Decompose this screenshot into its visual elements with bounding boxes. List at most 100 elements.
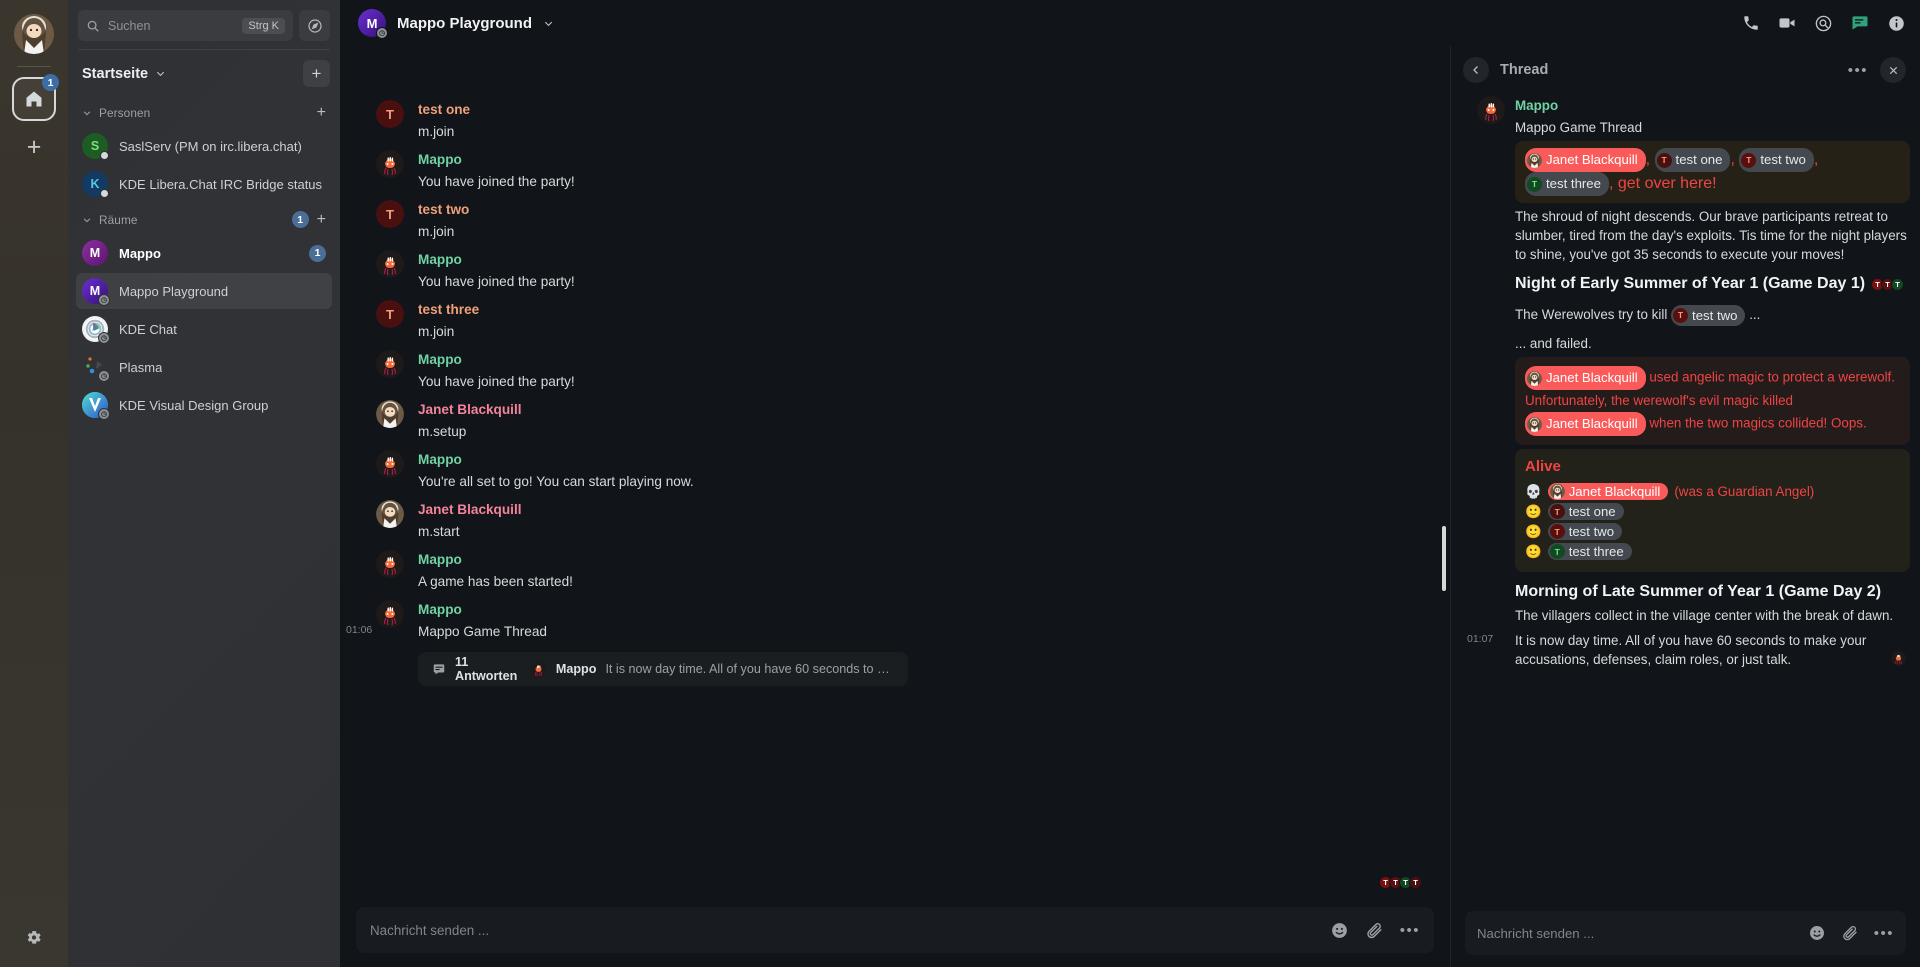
message-row[interactable]: T test three m.join [340, 296, 1426, 346]
page-title: Mappo Playground [397, 14, 532, 32]
mention-pill-test-one[interactable]: T test one [1654, 148, 1731, 172]
read-receipts[interactable]: T T T T [1379, 876, 1422, 889]
sidebar-item-mappo-playground[interactable]: M ◷ Mappo Playground [76, 273, 332, 309]
sidebar-item-plasma[interactable]: ◷ Plasma [76, 349, 332, 385]
message-timeline[interactable]: T test one m.join Mappo You have joined … [340, 46, 1450, 897]
unread-badge: 1 [309, 244, 326, 262]
more-icon[interactable]: ••• [1848, 63, 1868, 78]
mention-pill-test-two[interactable]: T test two [1671, 305, 1746, 326]
room-header-title-group[interactable]: M ◷ Mappo Playground [358, 9, 554, 39]
rail-home-button[interactable]: 1 [12, 74, 59, 121]
threads-icon[interactable] [1850, 13, 1870, 33]
avatar [1527, 152, 1542, 168]
message-text: m.start [418, 524, 460, 539]
mention-pill-test-two[interactable]: T test two [1739, 148, 1814, 172]
mention-pill-test-three[interactable]: T test three [1547, 543, 1632, 560]
attachment-icon[interactable] [1365, 921, 1384, 940]
alive-row: 🙂 T test two [1525, 523, 1900, 540]
message-sender[interactable]: Mappo [418, 250, 1426, 270]
read-receipts[interactable]: T T T [1871, 278, 1904, 291]
mention-pill-janet[interactable]: Janet Blackquill [1525, 412, 1646, 436]
message-sender[interactable]: test three [418, 300, 1426, 320]
explore-rooms-button[interactable] [299, 10, 330, 41]
message-row[interactable]: T test two m.join [340, 196, 1426, 246]
message-row[interactable]: T test one m.join [340, 96, 1426, 146]
message-sender[interactable]: test two [418, 200, 1426, 220]
phone-icon[interactable] [1742, 14, 1760, 32]
sidebar-item-kde-vdg[interactable]: ◷ KDE Visual Design Group [76, 387, 332, 423]
message-row[interactable]: Mappo You're all set to go! You can star… [340, 446, 1426, 496]
attachment-icon[interactable] [1841, 924, 1859, 942]
message-sender[interactable]: Janet Blackquill [418, 400, 1426, 420]
mention-pill-test-two[interactable]: T test two [1547, 523, 1623, 540]
sidebar-item-kde-chat[interactable]: ◷ KDE Chat [76, 311, 332, 347]
smiley-icon: 🙂 [1525, 523, 1542, 539]
thread-close-button[interactable] [1880, 57, 1906, 83]
thread-root-sender[interactable]: Mappo [1515, 96, 1910, 116]
mention-pill-test-three[interactable]: T test three [1525, 172, 1609, 196]
thread-root-message[interactable]: Mappo Mappo Game Thread Janet Blackquill… [1463, 94, 1910, 673]
section-rooms-label: Räume [99, 212, 138, 227]
message-sender[interactable]: Mappo [418, 150, 1426, 170]
more-icon[interactable]: ••• [1400, 923, 1420, 938]
thread-summary-button[interactable]: 11 Antworten Mappo It is now day time. A… [418, 652, 908, 686]
timeline-scrollbar[interactable] [1442, 46, 1446, 897]
mention-pill-test-one[interactable]: T test one [1547, 503, 1624, 520]
chevron-down-icon[interactable] [543, 18, 554, 29]
message-sender[interactable]: test one [418, 100, 1426, 120]
message-sender[interactable]: Mappo [418, 550, 1426, 570]
settings-button[interactable] [26, 929, 43, 951]
message-body: Mappo You have joined the party! [418, 250, 1426, 292]
emoji-icon[interactable] [1330, 921, 1349, 940]
emoji-icon[interactable] [1808, 924, 1826, 942]
sidebar-item-mappo[interactable]: M Mappo 1 [76, 235, 332, 271]
mention-label: Janet Blackquill [1568, 484, 1661, 499]
message-row[interactable]: Janet Blackquill m.start [340, 496, 1426, 546]
message-composer[interactable]: Nachricht senden ... ••• [356, 907, 1434, 953]
section-rooms-actions: 1 + [291, 211, 326, 228]
thread-back-button[interactable] [1463, 57, 1489, 83]
add-room-button[interactable]: + [303, 60, 330, 87]
thread-messages[interactable]: Mappo Mappo Game Thread Janet Blackquill… [1451, 94, 1920, 903]
list-item[interactable]: K KDE Libera.Chat IRC Bridge status [76, 166, 332, 202]
avatar: ◷ [82, 316, 110, 344]
avatar [1527, 416, 1542, 432]
avatar: T [1549, 544, 1565, 559]
info-icon[interactable] [1887, 14, 1906, 33]
message-sender[interactable]: Janet Blackquill [418, 500, 1426, 520]
sidebar-item-label: KDE Chat [119, 321, 177, 337]
message-row[interactable]: Mappo You have joined the party! [340, 346, 1426, 396]
message-sender[interactable]: Mappo [418, 350, 1426, 370]
avatar-initial: T [1554, 526, 1560, 537]
message-row-thread-root[interactable]: 01:06 Mappo Mappo Game Thread 11 Antwort… [340, 596, 1426, 694]
space-selector[interactable]: Startseite + [68, 50, 340, 97]
message-row[interactable]: Mappo A game has been started! [340, 546, 1426, 596]
message-row[interactable]: Mappo You have joined the party! [340, 246, 1426, 296]
thread-composer-area: Nachricht senden ... ••• [1451, 903, 1920, 967]
mention-pill-janet[interactable]: Janet Blackquill [1525, 366, 1646, 390]
section-rooms[interactable]: Räume 1 + [68, 203, 340, 234]
user-avatar[interactable] [14, 14, 54, 54]
mention-pill-janet[interactable]: Janet Blackquill [1525, 148, 1646, 172]
message-row[interactable]: Mappo You have joined the party! [340, 146, 1426, 196]
section-people[interactable]: Personen + [68, 97, 340, 127]
thread-panel-actions: ••• [1848, 57, 1906, 83]
presence-dot [100, 189, 109, 198]
video-camera-icon[interactable] [1777, 13, 1797, 33]
message-sender[interactable]: Mappo [418, 600, 1426, 620]
add-person-button[interactable]: + [317, 105, 326, 121]
message-row[interactable]: Janet Blackquill m.setup [340, 396, 1426, 446]
message-text: You have joined the party! [418, 174, 575, 189]
more-icon[interactable]: ••• [1874, 926, 1894, 941]
read-receipt-avatar[interactable] [1891, 651, 1906, 671]
thread-message-composer[interactable]: Nachricht senden ... ••• [1465, 911, 1906, 955]
list-item[interactable]: S SaslServ (PM on irc.libera.chat) [76, 128, 332, 164]
mention-pill-janet[interactable]: Janet Blackquill [1547, 483, 1669, 500]
message-sender[interactable]: Mappo [418, 450, 1426, 470]
add-room-button[interactable]: + [317, 211, 326, 228]
timeline-scrollbar-thumb[interactable] [1442, 526, 1446, 591]
search-icon[interactable] [1814, 14, 1833, 33]
mappo-mascot-icon [376, 350, 404, 378]
search-input[interactable]: Suchen Strg K [78, 10, 293, 41]
add-space-button[interactable]: + [27, 135, 42, 160]
